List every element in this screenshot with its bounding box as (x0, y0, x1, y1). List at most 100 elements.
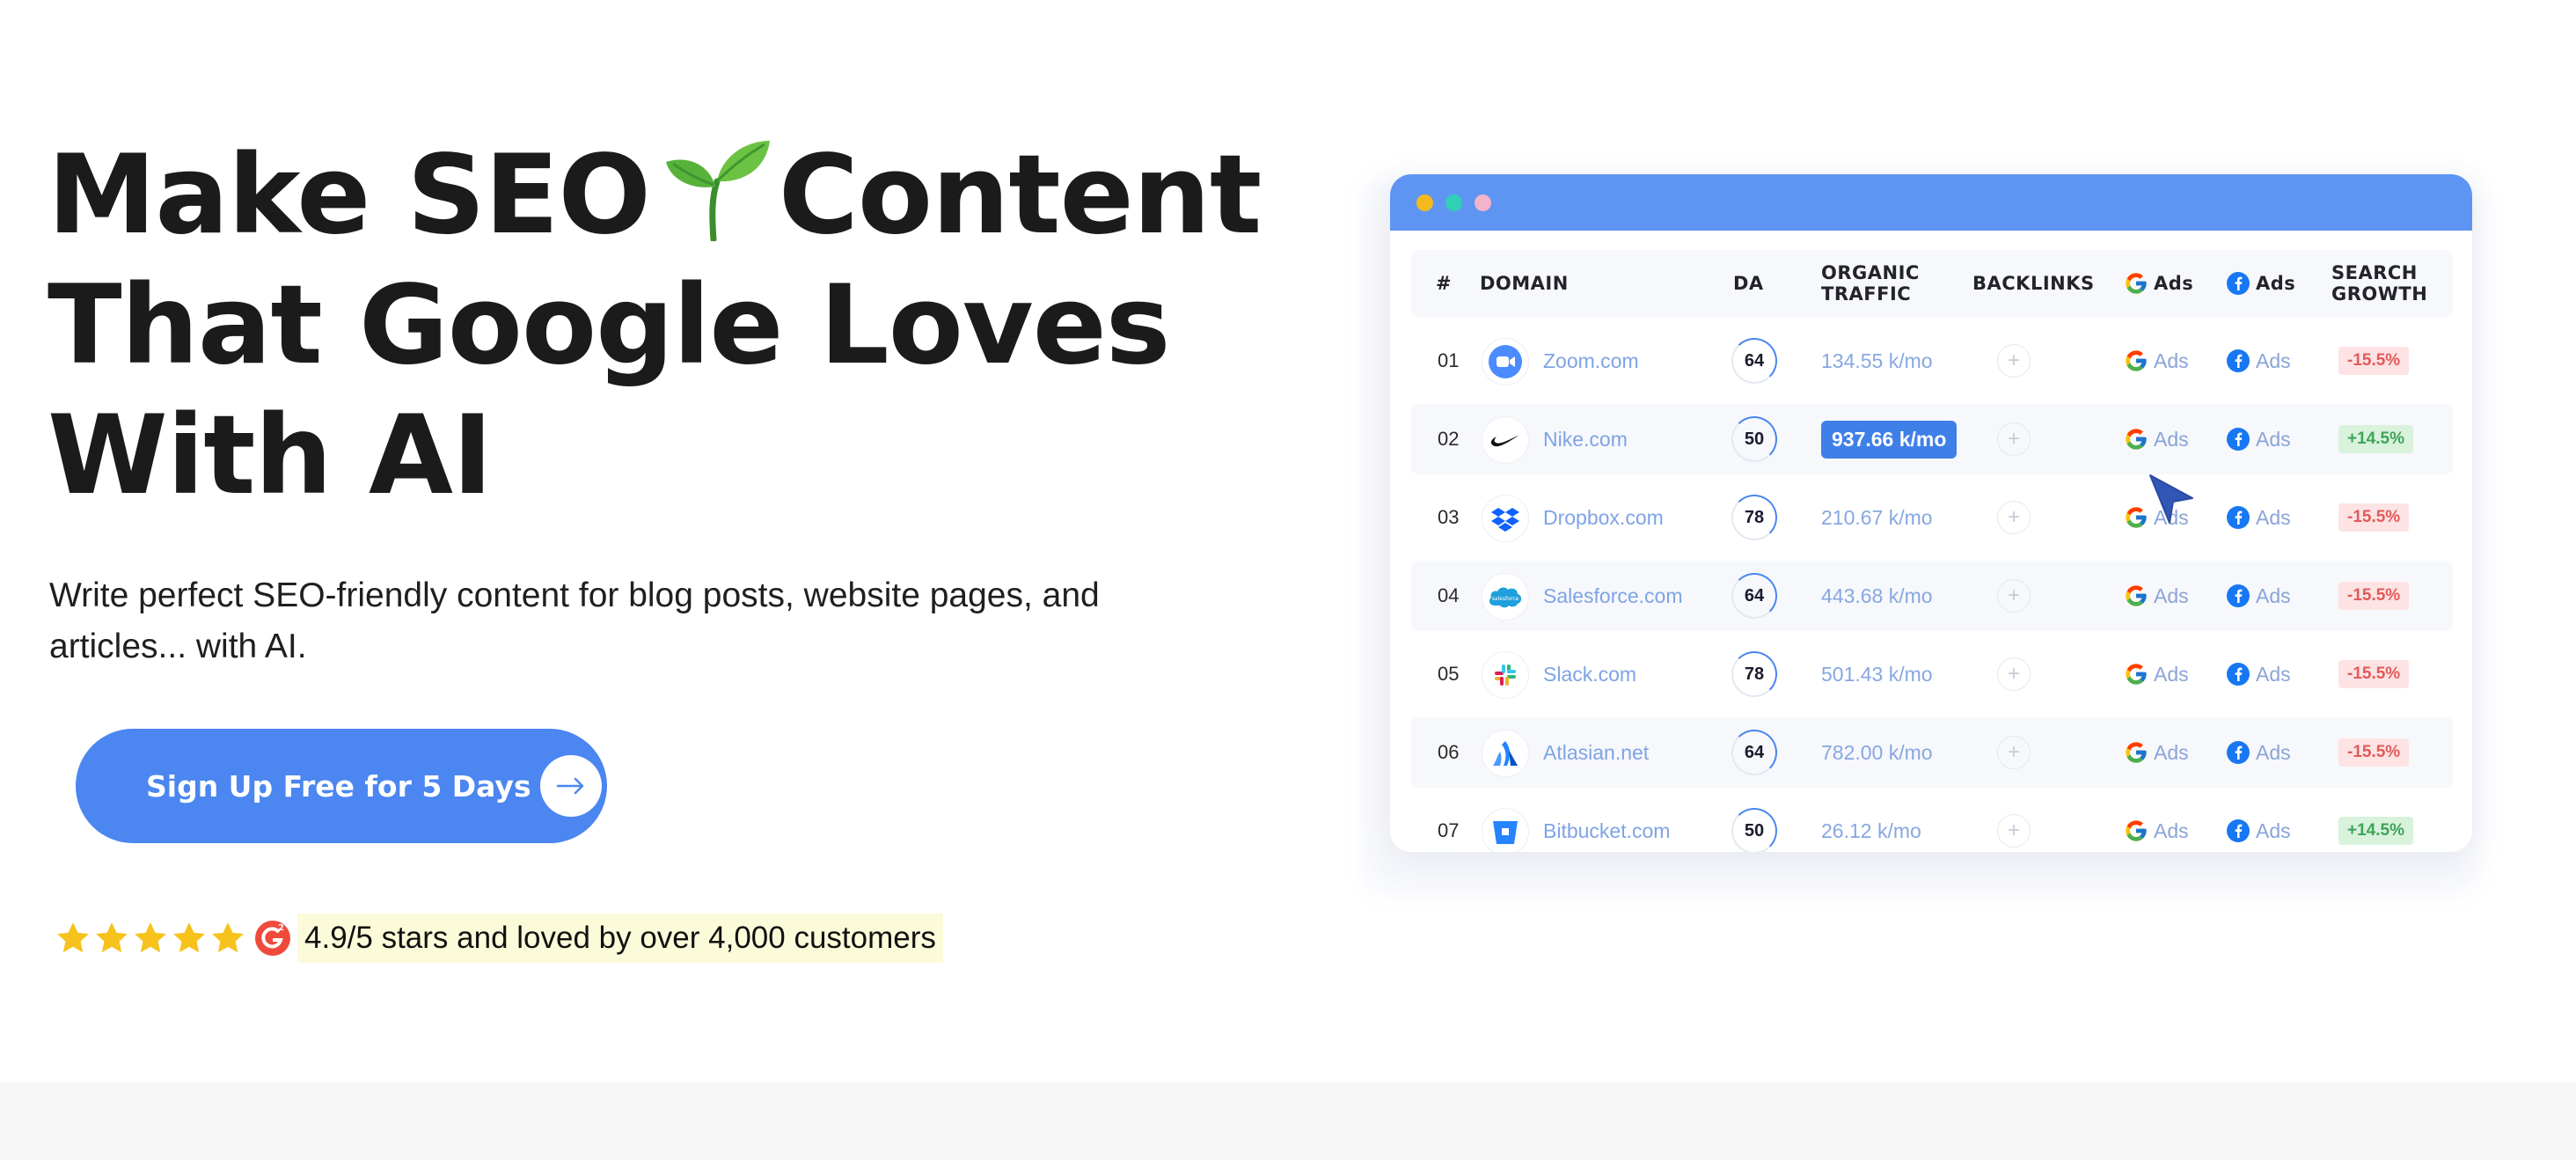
star-icon (212, 922, 244, 953)
google-ads-label: Ads (2154, 427, 2189, 451)
google-ads-link[interactable]: Ads (2124, 796, 2189, 852)
google-ads-link[interactable]: Ads (2124, 639, 2189, 709)
domain-link[interactable]: Nike.com (1543, 404, 1628, 474)
add-backlink-button[interactable]: + (1997, 579, 2031, 613)
table-row[interactable]: 06 Atlasian.net 64 782.00 k/mo + Ads Ads -15.5% (1411, 717, 2453, 788)
organic-traffic: 210.67 k/mo (1821, 482, 1933, 553)
facebook-icon (2227, 506, 2250, 529)
g2-icon: 2 (255, 921, 290, 956)
google-icon (2126, 820, 2147, 841)
domain-link[interactable]: Atlasian.net (1543, 717, 1649, 788)
rating-row: 2 4.9/5 stars and loved by over 4,000 cu… (55, 912, 943, 965)
domain-link[interactable]: Slack.com (1543, 639, 1636, 709)
header-backlinks: BACKLINKS (1972, 273, 2095, 294)
row-number: 05 (1438, 663, 1460, 685)
google-ads-label: Ads (2154, 349, 2189, 372)
facebook-icon (2227, 663, 2250, 686)
growth-badge: +14.5% (2338, 817, 2413, 845)
add-backlink-button[interactable]: + (1997, 344, 2031, 378)
hero-subtitle: Write perfect SEO-friendly content for b… (49, 576, 1100, 665)
facebook-ads-link[interactable]: Ads (2226, 796, 2291, 852)
domain-link[interactable]: Dropbox.com (1543, 482, 1664, 553)
traffic-value: 501.43 k/mo (1821, 662, 1933, 686)
table-row[interactable]: 07 Bitbucket.com 50 26.12 k/mo + Ads Ads +14.5% (1411, 796, 2453, 852)
facebook-ads-label: Ads (2256, 584, 2291, 607)
arrow-right-icon (539, 755, 602, 817)
header-facebook-ads: Ads (2226, 250, 2295, 317)
row-number: 06 (1438, 741, 1460, 763)
google-ads-link[interactable]: Ads (2124, 404, 2189, 474)
svg-text:2: 2 (278, 923, 284, 933)
google-icon (2126, 429, 2147, 450)
google-ads-label: Ads (2154, 819, 2189, 842)
google-ads-link[interactable]: Ads (2124, 326, 2189, 396)
row-number: 03 (1438, 506, 1460, 528)
title-line-2: That Google Loves (48, 262, 1171, 389)
facebook-ads-label: Ads (2256, 349, 2291, 372)
domain-link[interactable]: Bitbucket.com (1543, 796, 1670, 852)
traffic-value: 782.00 k/mo (1821, 740, 1933, 764)
table-row[interactable]: 04 salesforce Salesforce.com 64 443.68 k/mo +… (1411, 561, 2453, 631)
sprout-icon (665, 141, 770, 241)
star-icon (173, 922, 205, 953)
google-icon (2126, 585, 2147, 606)
traffic-value: 26.12 k/mo (1821, 819, 1921, 842)
window-dot-yellow (1416, 194, 1433, 211)
header-search-growth: SEARCH GROWTH (2331, 250, 2427, 317)
search-growth: -15.5% (2338, 326, 2410, 396)
google-icon (2126, 742, 2147, 763)
add-backlink-button[interactable]: + (1997, 736, 2031, 769)
seo-dashboard-card: # DOMAIN DA ORGANIC TRAFFIC BACKLINKS Ad… (1390, 174, 2472, 852)
facebook-ads-link[interactable]: Ads (2226, 717, 2291, 788)
traffic-value: 134.55 k/mo (1821, 349, 1933, 372)
da-score: 64 (1731, 573, 1777, 619)
add-backlink-button[interactable]: + (1997, 501, 2031, 534)
da-score: 64 (1731, 338, 1777, 384)
header-google-ads-label: Ads (2154, 273, 2194, 294)
table-row[interactable]: 01 Zoom.com 64 134.55 k/mo + Ads Ads -15.5% (1411, 326, 2453, 396)
header-facebook-ads-label: Ads (2256, 273, 2296, 294)
domain-logo-icon: salesforce (1482, 573, 1529, 620)
row-number: 01 (1438, 349, 1460, 371)
facebook-ads-link[interactable]: Ads (2226, 404, 2291, 474)
search-growth: +14.5% (2338, 404, 2413, 474)
title-line-3: With AI (48, 393, 493, 519)
table-row[interactable]: 05 Slack.com 78 501.43 k/mo + Ads Ads -15.5% (1411, 639, 2453, 709)
signup-button[interactable]: Sign Up Free for 5 Days (76, 729, 607, 843)
facebook-ads-label: Ads (2256, 819, 2291, 842)
da-score: 78 (1731, 495, 1777, 540)
row-number: 02 (1438, 428, 1460, 450)
facebook-ads-link[interactable]: Ads (2226, 326, 2291, 396)
search-growth: -15.5% (2338, 561, 2410, 631)
facebook-icon (2227, 428, 2250, 451)
google-ads-link[interactable]: Ads (2124, 717, 2189, 788)
facebook-ads-label: Ads (2256, 505, 2291, 529)
google-icon (2126, 507, 2147, 528)
table-header: # DOMAIN DA ORGANIC TRAFFIC BACKLINKS Ad… (1411, 250, 2453, 317)
domain-link[interactable]: Zoom.com (1543, 326, 1639, 396)
table-row[interactable]: 02 Nike.com 50 937.66 k/mo + Ads Ads +14.5% (1411, 404, 2453, 474)
organic-traffic: 26.12 k/mo (1821, 796, 1921, 852)
domain-logo-icon (1482, 416, 1529, 464)
growth-badge: -15.5% (2338, 660, 2410, 688)
facebook-ads-link[interactable]: Ads (2226, 561, 2291, 631)
facebook-icon (2227, 584, 2250, 607)
add-backlink-button[interactable]: + (1997, 422, 2031, 456)
signup-button-label: Sign Up Free for 5 Days (146, 768, 531, 804)
google-ads-link[interactable]: Ads (2124, 561, 2189, 631)
add-backlink-button[interactable]: + (1997, 814, 2031, 848)
facebook-ads-link[interactable]: Ads (2226, 639, 2291, 709)
facebook-icon (2227, 349, 2250, 372)
facebook-icon (2227, 272, 2250, 295)
da-score: 64 (1731, 730, 1777, 775)
star-rating (55, 920, 246, 957)
google-icon (2126, 273, 2147, 294)
facebook-ads-link[interactable]: Ads (2226, 482, 2291, 553)
search-growth: -15.5% (2338, 717, 2410, 788)
traffic-value: 210.67 k/mo (1821, 505, 1933, 529)
organic-traffic: 501.43 k/mo (1821, 639, 1933, 709)
table-row[interactable]: 03Dropbox.com78210.67 k/mo+AdsAds-15.5% (1411, 482, 2453, 553)
add-backlink-button[interactable]: + (1997, 657, 2031, 691)
header-growth-l2: GROWTH (2331, 283, 2428, 305)
domain-link[interactable]: Salesforce.com (1543, 561, 1683, 631)
